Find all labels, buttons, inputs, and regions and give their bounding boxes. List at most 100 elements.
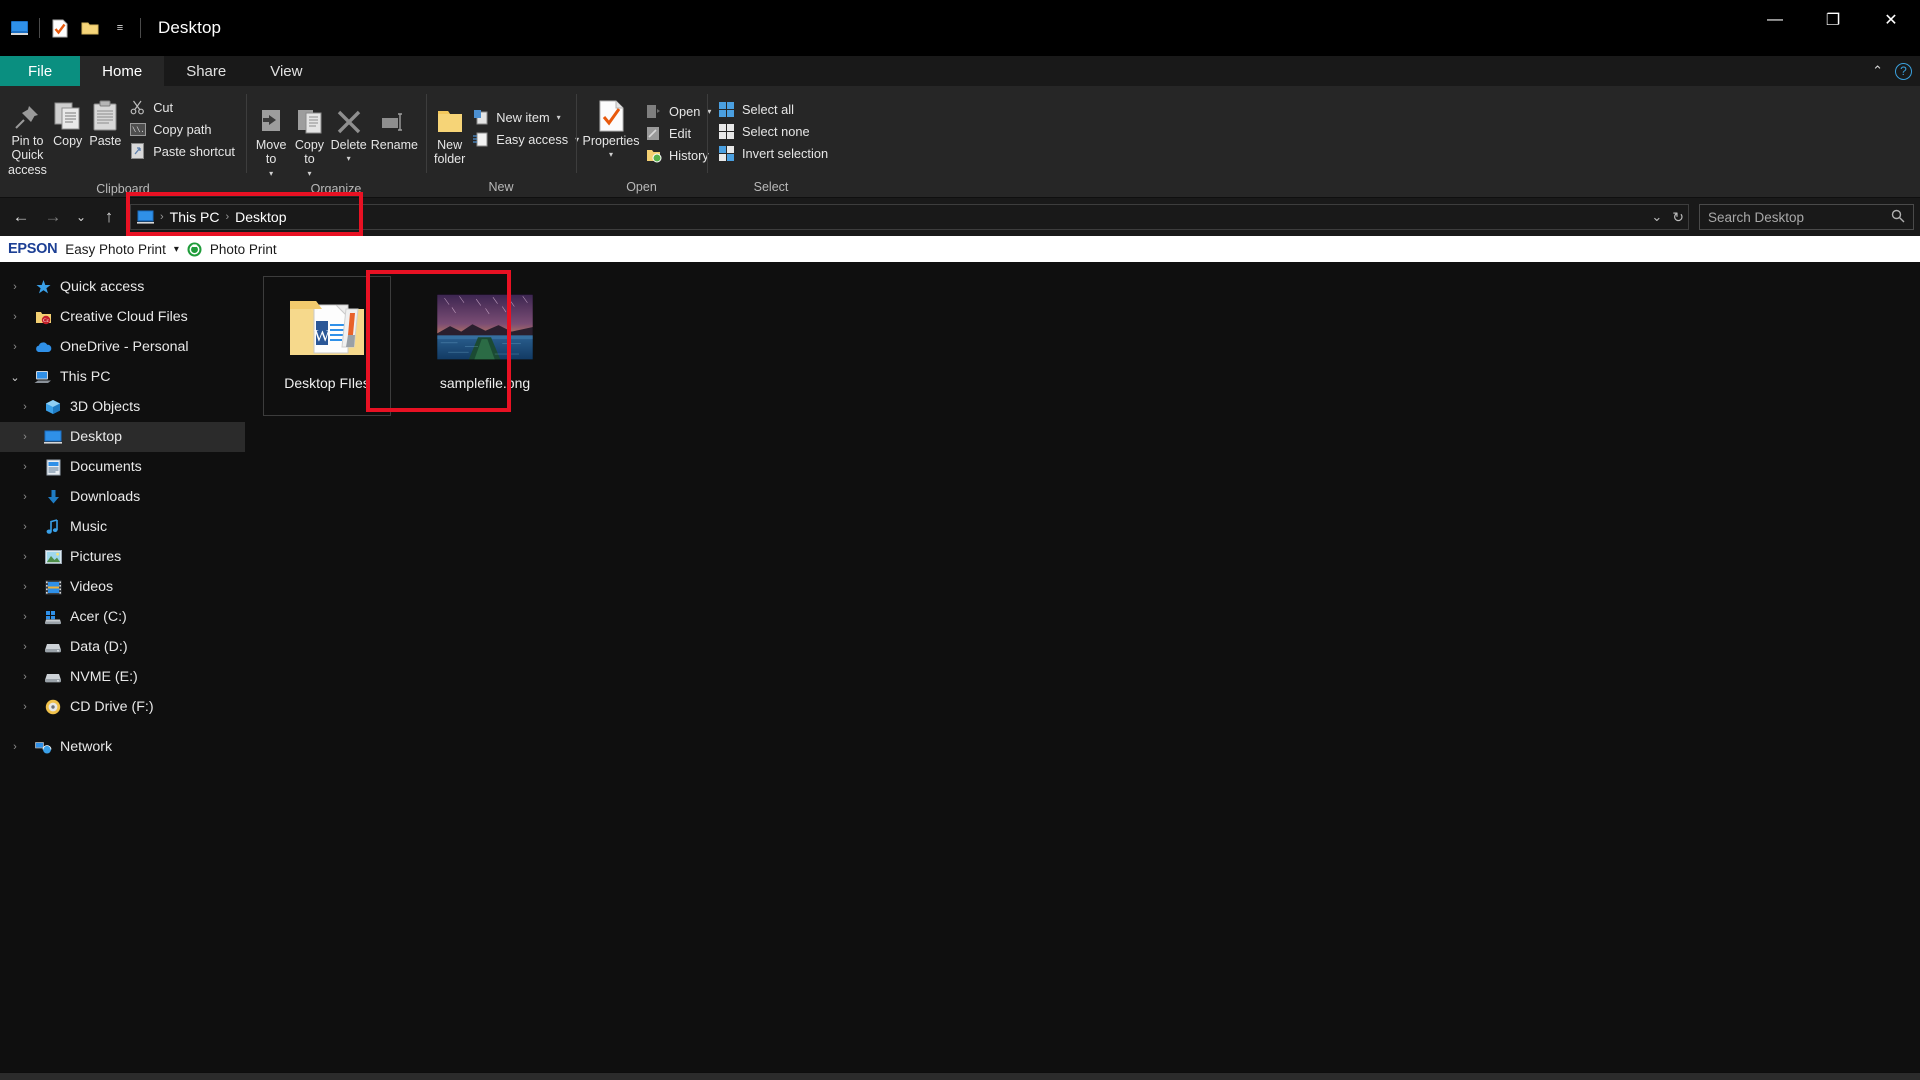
copy-path-button[interactable]: \\.. Copy path [124,118,240,140]
collapse-ribbon-icon[interactable]: ⌃ [1872,63,1883,79]
desktop-icon[interactable] [4,11,34,45]
chevron-right-icon[interactable]: › [4,311,26,323]
file-item-folder[interactable]: W Desktop FIles [263,276,391,416]
sidebar-item-music[interactable]: › Music [0,512,245,542]
sidebar-item-network[interactable]: › Network [0,732,245,762]
chevron-right-icon[interactable]: › [14,401,36,413]
paste-button[interactable]: Paste [87,92,125,152]
invert-selection-button[interactable]: Invert selection [713,142,833,164]
up-button[interactable]: ↑ [94,202,124,232]
sidebar-item-3d-objects[interactable]: › 3D Objects [0,392,245,422]
easy-photo-print-menu[interactable]: Easy Photo Print [65,242,166,257]
history-button[interactable]: History [640,144,716,166]
pin-to-quick-access-button[interactable]: Pin to Quick access [6,92,49,181]
chevron-down-icon[interactable]: ⌄ [4,371,26,384]
chevron-right-icon[interactable]: › [14,611,36,623]
sidebar-item-cd-drive-f[interactable]: › CD Drive (F:) [0,692,245,722]
new-folder-button[interactable]: New folder [432,96,467,171]
breadcrumb-item-desktop[interactable]: Desktop [235,209,286,225]
chevron-right-icon[interactable]: › [14,491,36,503]
chevron-right-icon[interactable]: › [4,281,26,293]
paste-shortcut-button[interactable]: Paste shortcut [124,140,240,162]
copy-to-button[interactable]: Copy to ▾ [290,96,328,182]
new-folder-icon[interactable] [75,11,105,45]
properties-button[interactable]: Properties ▾ [582,92,640,164]
rename-button[interactable]: Rename [369,96,420,156]
open-small-buttons: Open ▾ Edit History [640,92,716,166]
tab-file[interactable]: File [0,56,81,86]
large-icons-view-icon[interactable] [1886,1077,1910,1080]
sidebar-label: Creative Cloud Files [60,309,188,325]
details-view-icon[interactable] [1856,1077,1880,1080]
edit-button[interactable]: Edit [640,122,716,144]
search-input[interactable]: Search Desktop [1699,204,1914,230]
close-button[interactable]: ✕ [1862,0,1920,40]
sidebar-item-onedrive-personal[interactable]: › OneDrive - Personal [0,332,245,362]
delete-caret-icon[interactable]: ▾ [347,154,351,163]
open-button[interactable]: Open ▾ [640,100,716,122]
easy-access-button[interactable]: Easy access ▾ [467,128,584,150]
file-list-view[interactable]: W Desktop FIles samplefile.png [245,262,1920,1072]
new-item-caret-icon[interactable]: ▾ [557,113,561,122]
move-to-button[interactable]: Move to ▾ [252,96,290,182]
sidebar-item-documents[interactable]: › Documents [0,452,245,482]
properties-caret-icon[interactable]: ▾ [609,150,613,159]
copy-to-caret-icon[interactable]: ▾ [307,169,311,178]
forward-button[interactable]: → [38,202,68,232]
sidebar-item-downloads[interactable]: › Downloads [0,482,245,512]
maximize-button[interactable]: ❐ [1804,0,1862,40]
chevron-right-icon[interactable]: › [14,641,36,653]
chevron-right-icon[interactable]: › [14,581,36,593]
sidebar-item-videos[interactable]: › Videos [0,572,245,602]
copy-to-label: Copy to [294,138,325,167]
select-all-button[interactable]: Select all [713,98,833,120]
new-item-button[interactable]: New item ▾ [467,106,584,128]
properties-icon [598,96,625,132]
file-item-image[interactable]: samplefile.png [421,276,549,416]
select-none-button[interactable]: Select none [713,120,833,142]
breadcrumb-item-this-pc[interactable]: This PC [170,209,220,225]
network-icon [32,740,54,755]
tab-share[interactable]: Share [164,56,248,86]
sidebar-item-this-pc[interactable]: ⌄ This PC [0,362,245,392]
chevron-right-icon[interactable]: › [14,521,36,533]
help-icon[interactable]: ? [1895,62,1912,80]
chevron-right-icon[interactable]: › [14,701,36,713]
back-button[interactable]: ← [6,202,36,232]
delete-button[interactable]: Delete ▾ [329,96,369,168]
address-dropdown-icon[interactable]: ⌄ [1651,209,1662,225]
cut-button[interactable]: Cut [124,96,240,118]
recent-locations-button[interactable]: ⌄ [70,202,92,232]
tab-home[interactable]: Home [80,56,165,86]
sidebar-item-creative-cloud-files[interactable]: › Cc Creative Cloud Files [0,302,245,332]
music-icon [42,519,64,535]
chevron-right-icon[interactable]: › [4,341,26,353]
copy-button[interactable]: Copy [49,92,87,152]
move-to-caret-icon[interactable]: ▾ [269,169,273,178]
customize-icon[interactable]: ≡ [105,11,135,45]
chevron-right-icon[interactable]: › [14,551,36,563]
easy-photo-print-caret-icon[interactable]: ▾ [174,244,179,255]
properties-icon[interactable] [45,11,75,45]
breadcrumb[interactable]: › This PC › Desktop ⌄ ↻ [130,204,1689,230]
chevron-right-icon[interactable]: › [4,741,26,753]
chevron-right-icon[interactable]: › [14,671,36,683]
search-icon[interactable] [1891,209,1905,226]
tab-view[interactable]: View [248,56,324,86]
chevron-right-icon[interactable]: › [14,431,36,443]
sidebar-item-quick-access[interactable]: › Quick access [0,272,245,302]
photo-print-button[interactable]: Photo Print [210,242,277,257]
chevron-right-icon[interactable]: › [14,461,36,473]
group-label-new: New [488,180,514,194]
pin-icon [12,96,42,132]
sidebar-item-data-d[interactable]: › Data (D:) [0,632,245,662]
sidebar-item-desktop[interactable]: › Desktop [0,422,245,452]
select-all-icon [718,101,735,118]
sidebar-item-nvme-e[interactable]: › NVME (E:) [0,662,245,692]
refresh-icon[interactable]: ↻ [1672,209,1684,226]
sidebar-item-acer-c[interactable]: › Acer (C:) [0,602,245,632]
minimize-button[interactable]: — [1746,0,1804,40]
sidebar-label: Pictures [70,549,122,565]
select-small-buttons: Select all Select none Invert selection [713,94,833,164]
sidebar-item-pictures[interactable]: › Pictures [0,542,245,572]
